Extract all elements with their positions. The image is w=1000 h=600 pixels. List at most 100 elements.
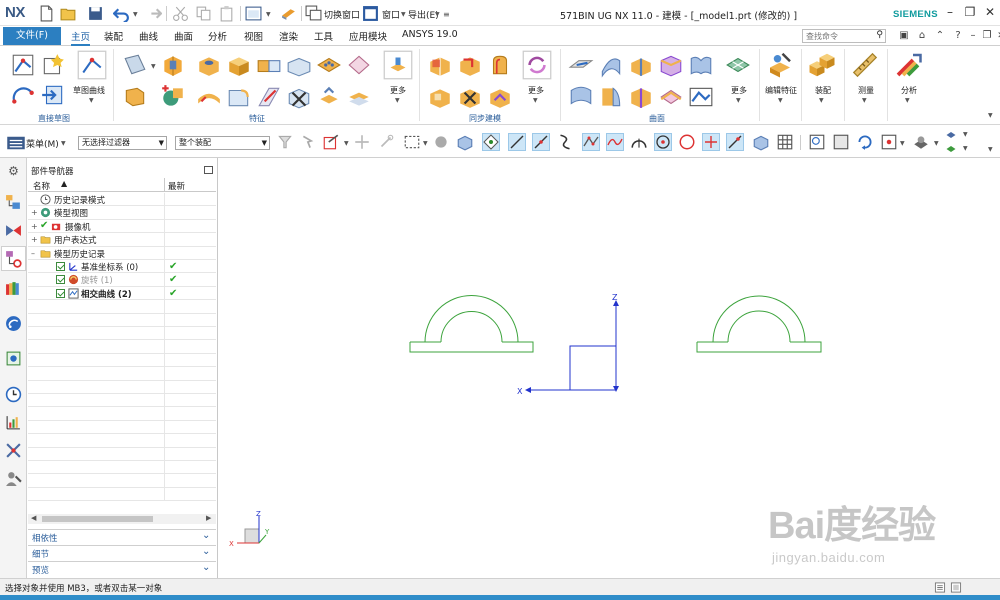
switch-window-label[interactable]: 切换窗口: [324, 8, 360, 21]
draft-icon[interactable]: [316, 84, 342, 110]
chevron-down-icon[interactable]: ⌄: [202, 530, 210, 541]
snap-point-on-curve-icon[interactable]: [726, 133, 744, 151]
export-dropdown-icon[interactable]: ▼: [435, 11, 440, 18]
zoom-icon[interactable]: [832, 133, 850, 151]
switch-window-icon[interactable]: [305, 5, 322, 22]
render-style-dropdown-icon[interactable]: ▼: [934, 140, 939, 147]
column-latest[interactable]: 最新: [168, 180, 185, 192]
snap-point-on-face-icon[interactable]: [752, 133, 770, 151]
extrude-icon[interactable]: [160, 52, 186, 78]
edit-feature-dropdown-icon[interactable]: ▼: [778, 97, 783, 104]
circle-sketch-icon[interactable]: [10, 82, 36, 108]
pull-face-icon[interactable]: [457, 52, 483, 78]
view-triad-icon[interactable]: [944, 129, 958, 141]
assembly-icon[interactable]: [807, 50, 837, 80]
trim-body-icon[interactable]: [286, 84, 312, 110]
feature-select-dropdown-icon[interactable]: ▼: [344, 140, 349, 147]
status-fullscreen-icon[interactable]: [950, 582, 962, 593]
chamfer-icon[interactable]: [256, 84, 282, 110]
more-feature-label[interactable]: 更多: [390, 85, 406, 96]
measure-dropdown-icon[interactable]: ▼: [862, 97, 867, 104]
n-sided-surface-icon[interactable]: [688, 52, 714, 78]
select-face-icon[interactable]: [456, 133, 474, 151]
assembly-dropdown-icon[interactable]: ▼: [819, 97, 824, 104]
delete-face-x-icon[interactable]: [457, 84, 483, 110]
swept-surface-icon[interactable]: [568, 84, 594, 110]
copy-icon[interactable]: [195, 5, 212, 22]
ribbon-options-icon[interactable]: ▼: [988, 112, 993, 119]
manufacturing-wizard-icon[interactable]: [5, 442, 22, 459]
studio-surface-icon[interactable]: [658, 52, 684, 78]
constraint-navigator-icon[interactable]: [5, 222, 22, 239]
view-section-icon[interactable]: [944, 143, 958, 155]
undo-dropdown-icon[interactable]: ▼: [133, 11, 138, 18]
tab-render[interactable]: 渲染: [279, 29, 298, 43]
settings-gear-icon[interactable]: ⚙: [5, 164, 22, 181]
snap-control-icon[interactable]: [556, 133, 574, 151]
measure-label[interactable]: 测量: [858, 85, 874, 96]
analysis-dropdown-icon[interactable]: ▼: [905, 97, 910, 104]
resize-blend-icon[interactable]: [487, 84, 513, 110]
finish-sketch-icon[interactable]: [40, 82, 66, 108]
tab-curve[interactable]: 曲线: [139, 29, 158, 43]
snap-quadrant-icon[interactable]: [678, 133, 696, 151]
rotate-view-icon[interactable]: [856, 133, 874, 151]
grid-pattern-icon[interactable]: [316, 52, 342, 78]
history-palette-icon[interactable]: [5, 350, 22, 367]
analysis-label[interactable]: 分析: [901, 85, 917, 96]
sew-icon[interactable]: [688, 84, 714, 110]
doc-minimize-icon[interactable]: –: [966, 29, 980, 43]
snap-existing-point-icon[interactable]: [702, 133, 720, 151]
tree-row-model-views[interactable]: + 模型视图: [28, 206, 216, 220]
menu-icon[interactable]: [6, 135, 26, 151]
chevron-down-icon[interactable]: ⌄: [202, 562, 210, 573]
visibility-checkbox[interactable]: [56, 288, 65, 298]
snap-bounded-grid-icon[interactable]: [776, 133, 794, 151]
thicken-icon[interactable]: [658, 84, 684, 110]
arch-profile-left[interactable]: [409, 295, 534, 353]
datum-plane-icon[interactable]: [122, 52, 148, 78]
tree-row-history-mode[interactable]: 历史记录模式: [28, 193, 216, 207]
minimize-icon[interactable]: –: [942, 4, 958, 20]
thru-curves-icon[interactable]: [568, 52, 594, 78]
more-surface-dropdown-icon[interactable]: ▼: [736, 97, 741, 104]
tab-ansys[interactable]: ANSYS 19.0: [402, 29, 458, 40]
tree-row-user-expressions[interactable]: + 用户表达式: [28, 233, 216, 247]
navigator-hscrollbar[interactable]: ◀ ▶: [28, 514, 216, 524]
navigator-pin-icon[interactable]: [204, 166, 213, 174]
panel-preview[interactable]: 预览 ⌄: [28, 561, 216, 576]
visibility-checkbox[interactable]: [56, 262, 65, 271]
save-icon[interactable]: [87, 5, 104, 22]
snap-arc-center-icon[interactable]: [630, 133, 648, 151]
assembly-label[interactable]: 装配: [815, 85, 831, 96]
snap-midpoint-icon[interactable]: [532, 133, 550, 151]
collapse-ribbon-icon[interactable]: ⌃: [933, 29, 947, 43]
web-browser-icon[interactable]: [5, 315, 22, 332]
more-feature-dropdown-icon[interactable]: ▼: [395, 97, 400, 104]
edge-blend-icon[interactable]: [226, 84, 252, 110]
measure-icon[interactable]: [850, 50, 880, 80]
command-search[interactable]: ⚲: [802, 29, 886, 43]
clock-icon[interactable]: [5, 386, 22, 403]
sketch-curve-dropdown-icon[interactable]: ▼: [89, 97, 94, 104]
paste-icon[interactable]: [218, 5, 235, 22]
chevron-down-icon[interactable]: ⌄: [202, 546, 210, 557]
assembly-navigator-icon[interactable]: [5, 194, 22, 211]
tree-row-intersection-curve[interactable]: 相交曲线 (2) ✔: [28, 286, 216, 301]
tab-analysis[interactable]: 分析: [208, 29, 227, 43]
ruled-surface-icon[interactable]: [628, 52, 654, 78]
block-icon[interactable]: [226, 52, 252, 78]
window-layout-icon[interactable]: [245, 5, 262, 22]
snap-intersection-icon[interactable]: [582, 133, 600, 151]
fit-view-icon[interactable]: [808, 133, 826, 151]
doc-close-icon[interactable]: ✕: [994, 29, 1000, 43]
file-menu-tab[interactable]: 文件(F): [3, 27, 61, 45]
view-triad-dropdown-icon[interactable]: ▼: [963, 131, 968, 138]
view-section-dropdown-icon[interactable]: ▼: [963, 145, 968, 152]
selection-filter-combo[interactable]: 无选择过滤器 ▼: [78, 136, 167, 150]
more-feature-icon[interactable]: [383, 50, 413, 80]
orient-view-dropdown-icon[interactable]: ▼: [900, 140, 905, 147]
roles-icon[interactable]: [5, 470, 22, 487]
tab-view[interactable]: 视图: [244, 29, 263, 43]
sketch-new-icon[interactable]: [40, 52, 66, 78]
